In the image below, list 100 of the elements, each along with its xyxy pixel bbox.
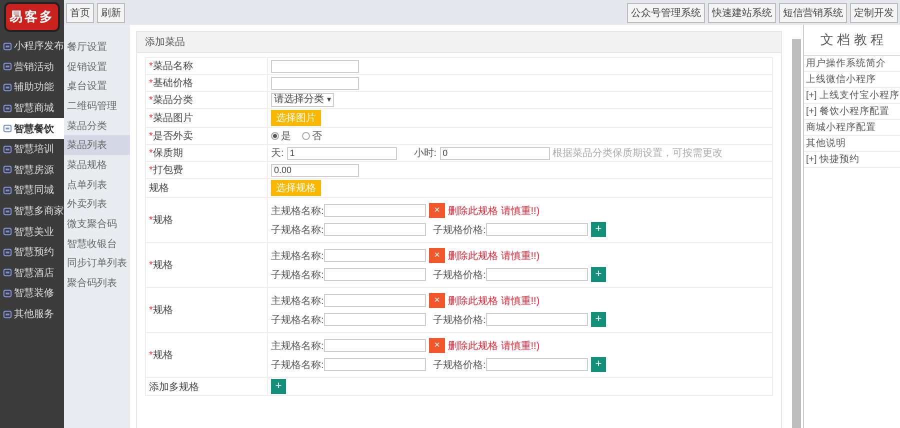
price-field[interactable]: [486, 268, 588, 281]
submenu-item[interactable]: 外卖列表: [64, 194, 130, 214]
doc-link[interactable]: [+] 快捷预约: [804, 152, 900, 168]
tile-icon: [3, 227, 12, 236]
submenu-item[interactable]: 点单列表: [64, 174, 130, 194]
nav-button[interactable]: 首页: [66, 2, 94, 22]
submenu-item[interactable]: 同步订单列表: [64, 254, 130, 274]
days-field[interactable]: 1: [286, 146, 397, 160]
hours-field[interactable]: 0: [440, 146, 550, 160]
submenu-item[interactable]: 聚合码列表: [64, 273, 130, 293]
logo: 易客多: [4, 2, 60, 32]
main-spec-field[interactable]: [324, 249, 426, 262]
sidebar-item[interactable]: 智慧商城: [0, 98, 64, 118]
sidebar-item[interactable]: 其他服务: [0, 304, 64, 324]
price-field[interactable]: [486, 358, 588, 371]
doc-link[interactable]: 其他说明: [804, 136, 900, 152]
tile-icon: [3, 288, 12, 298]
tile-icon: [3, 42, 12, 51]
submenu-item[interactable]: 餐厅设置: [64, 37, 130, 57]
tile-icon: [3, 206, 12, 216]
sidebar-item[interactable]: 智慧餐饮: [0, 118, 64, 139]
sidebar-item[interactable]: 智慧装修: [0, 283, 64, 304]
sub-spec-field[interactable]: [324, 358, 426, 371]
sidebar-item[interactable]: 智慧预约: [0, 242, 64, 263]
input-field[interactable]: [271, 60, 359, 72]
sidebar-item[interactable]: 智慧美业: [0, 221, 64, 242]
main-spec-field[interactable]: [324, 294, 426, 307]
nav-button[interactable]: 刷新: [97, 2, 125, 22]
sidebar-item[interactable]: 智慧同城: [0, 180, 64, 201]
field-label: *保质期: [149, 146, 183, 160]
sub-spec-field[interactable]: [324, 223, 426, 236]
price-label: 子规格价格:: [433, 224, 483, 236]
submenu-item[interactable]: 智慧收银台: [64, 234, 130, 254]
sub-spec-label: 子规格名称:: [271, 268, 321, 282]
field-label: 规格: [149, 182, 169, 195]
field-label: *打包费: [149, 164, 183, 177]
system-link-button[interactable]: 短信营销系统: [779, 2, 847, 22]
warning-text: 删除此规格 请慎重!!): [448, 294, 540, 308]
radio-button[interactable]: [302, 132, 310, 140]
add-button[interactable]: +: [271, 379, 286, 394]
tile-icon: [3, 165, 12, 174]
submenu-item[interactable]: 促销设置: [64, 56, 130, 76]
field-label: 添加多规格: [149, 380, 199, 394]
sub-spec-label: 子规格名称:: [271, 224, 321, 236]
sidebar-item[interactable]: 营销活动: [0, 56, 64, 78]
doc-link[interactable]: 商城小程序配置: [804, 120, 900, 136]
system-link-button[interactable]: 公众号管理系统: [627, 2, 705, 22]
tile-icon: [3, 268, 12, 278]
main-spec-label: 主规格名称:: [271, 294, 321, 308]
doc-link[interactable]: [+] 餐饮小程序配置: [804, 104, 900, 120]
sub-spec-field[interactable]: [324, 268, 426, 281]
add-button[interactable]: +: [591, 222, 606, 237]
submenu-item[interactable]: 二维码管理: [64, 96, 130, 116]
sidebar-item[interactable]: 智慧培训: [0, 138, 64, 160]
category-dropdown[interactable]: 请选择分类 ▾: [271, 93, 334, 107]
add-button[interactable]: +: [591, 267, 606, 282]
sidebar-item[interactable]: 辅助功能: [0, 77, 64, 98]
sidebar-item[interactable]: 智慧房源: [0, 160, 64, 180]
sub-spec-label: 子规格名称:: [271, 314, 321, 326]
doc-link[interactable]: 上线微信小程序: [804, 72, 900, 88]
add-button[interactable]: +: [591, 312, 606, 327]
price-label: 子规格价格:: [433, 358, 483, 372]
sidebar-item[interactable]: 小程序发布: [0, 36, 64, 57]
submenu-item[interactable]: 菜品列表: [64, 135, 130, 156]
submenu-item[interactable]: 微支聚合码: [64, 214, 130, 234]
field-label: *菜品图片: [149, 112, 193, 125]
sub-spec-field[interactable]: [324, 313, 426, 326]
tile-icon: [3, 248, 12, 257]
tile-icon: [3, 144, 12, 154]
input-field[interactable]: 0.00: [271, 164, 359, 176]
submenu-item[interactable]: 桌台设置: [64, 76, 130, 96]
warning-text: 删除此规格 请慎重!!): [448, 340, 540, 352]
main-spec-field[interactable]: [324, 204, 426, 217]
price-field[interactable]: [486, 313, 588, 326]
add-button[interactable]: +: [591, 357, 606, 372]
field-label: *基础价格: [149, 76, 193, 90]
input-field[interactable]: [271, 76, 359, 90]
submenu-item[interactable]: 菜品规格: [64, 155, 130, 175]
main-spec-label: 主规格名称:: [271, 340, 321, 352]
doc-link[interactable]: 用户操作系统简介: [804, 56, 900, 72]
doc-link[interactable]: [+] 上线支付宝小程序: [804, 88, 900, 104]
warning-text: 删除此规格 请慎重!!): [448, 250, 540, 262]
sidebar-item[interactable]: 智慧多商家: [0, 200, 64, 222]
tile-icon: [3, 310, 12, 319]
radio-label: 是: [281, 130, 291, 143]
scrollbar[interactable]: [792, 39, 801, 428]
main-spec-label: 主规格名称:: [271, 250, 321, 262]
panel-title: 添加菜品: [137, 32, 781, 53]
field-label: *菜品分类: [149, 94, 193, 107]
submenu-item[interactable]: 菜品分类: [64, 116, 130, 136]
main-spec-field[interactable]: [324, 339, 426, 352]
system-link-button[interactable]: 快速建站系统: [708, 2, 776, 22]
price-field[interactable]: [486, 223, 588, 236]
tile-icon: [3, 82, 12, 92]
field-label: *规格: [149, 304, 173, 317]
radio-button[interactable]: [271, 132, 279, 140]
sidebar-item[interactable]: 智慧酒店: [0, 262, 64, 284]
field-label: *菜品名称: [149, 60, 193, 73]
system-link-button[interactable]: 定制开发: [850, 2, 898, 22]
tile-icon: [3, 186, 12, 195]
